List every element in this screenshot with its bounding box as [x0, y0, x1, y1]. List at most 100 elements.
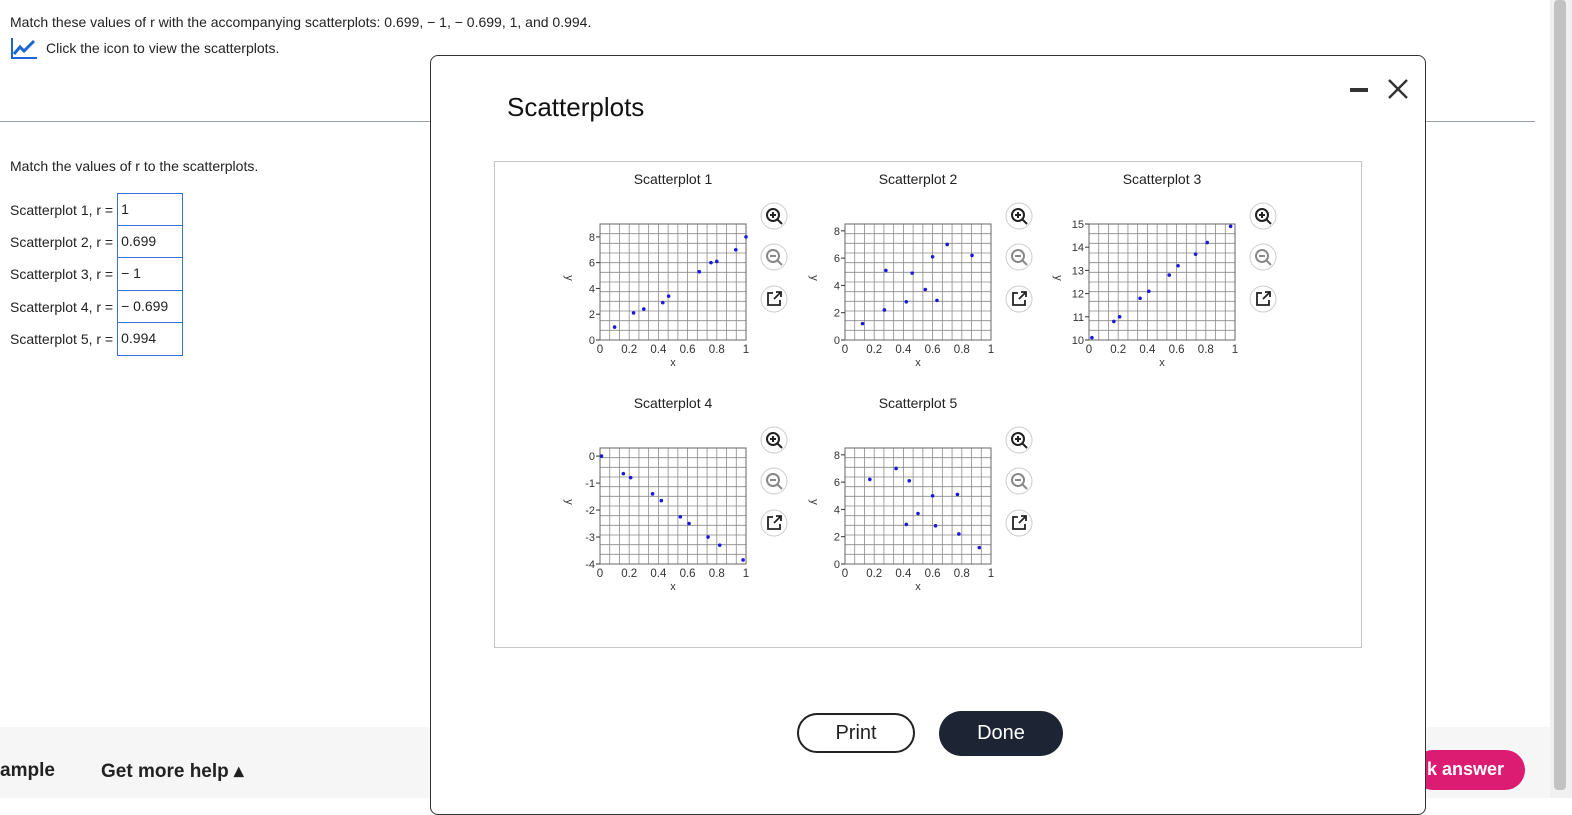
- minimize-icon[interactable]: [1346, 76, 1372, 102]
- zoom-in-icon[interactable]: [1005, 202, 1033, 230]
- data-point: [744, 235, 748, 239]
- question-prompt: Match these values of r with the accompa…: [10, 14, 592, 30]
- y-tick-label: -4: [585, 559, 595, 571]
- close-icon[interactable]: [1383, 74, 1413, 104]
- data-point: [955, 492, 960, 497]
- data-point: [910, 271, 914, 275]
- data-point: [706, 535, 710, 539]
- data-point: [957, 532, 961, 536]
- x-tick-label: 0.2: [1110, 344, 1126, 356]
- x-tick-label: 0.6: [925, 344, 941, 356]
- y-tick-label: 10: [1072, 335, 1084, 347]
- y-tick-label: 0: [589, 335, 595, 347]
- y-tick-label: 13: [1072, 265, 1084, 277]
- data-point: [1138, 296, 1142, 301]
- data-point: [970, 253, 974, 258]
- popout-icon[interactable]: [1005, 509, 1033, 537]
- data-point: [1147, 289, 1151, 294]
- answer-row: Scatterplot 3, r = − 1: [10, 257, 184, 291]
- data-point: [904, 522, 909, 527]
- plot-title: Scatterplot 4: [634, 395, 713, 411]
- data-point: [907, 478, 912, 483]
- answer-row: Scatterplot 1, r = 1: [10, 193, 184, 227]
- data-point: [930, 493, 935, 498]
- plot-title: Scatterplot 5: [879, 395, 958, 411]
- check-answer-button[interactable]: k answer: [1413, 750, 1525, 790]
- data-point: [642, 307, 646, 311]
- y-tick-label: 4: [589, 283, 595, 295]
- zoom-in-icon[interactable]: [760, 426, 788, 454]
- popout-icon[interactable]: [1005, 285, 1033, 313]
- data-point: [599, 454, 604, 458]
- chart-icon[interactable]: [10, 36, 38, 60]
- answer-field[interactable]: 1: [117, 193, 184, 227]
- zoom-out-icon[interactable]: [1005, 467, 1033, 495]
- x-tick-label: 0.8: [709, 344, 725, 356]
- y-tick-label: 12: [1072, 289, 1084, 301]
- popout-icon[interactable]: [1249, 285, 1277, 313]
- scrollbar-thumb[interactable]: [1554, 0, 1566, 790]
- data-point: [916, 511, 920, 516]
- x-tick-label: 0.2: [621, 344, 637, 356]
- row-label: Scatterplot 4, r =: [10, 299, 114, 315]
- answer-field[interactable]: − 0.699: [117, 290, 184, 324]
- data-point: [923, 287, 928, 292]
- get-more-help-button[interactable]: Get more help ▴: [101, 760, 244, 783]
- hint-text[interactable]: Click the icon to view the scatterplots.: [46, 40, 279, 56]
- x-axis-label: x: [915, 581, 921, 593]
- answer-field[interactable]: 0.994: [117, 322, 184, 356]
- x-tick-label: 0.8: [709, 568, 725, 580]
- data-point: [884, 268, 888, 273]
- y-tick-label: -3: [585, 532, 595, 544]
- answer-field[interactable]: − 1: [117, 257, 184, 291]
- scatterplot-hint: Click the icon to view the scatterplots.: [10, 36, 279, 60]
- zoom-in-icon[interactable]: [1005, 426, 1033, 454]
- print-button[interactable]: Print: [797, 713, 915, 753]
- scatterplot-2: Scatterplot 2 0 0.2 0.4 0.6 0.8 1 0 2 4 6 8 x y: [808, 171, 1033, 369]
- answer-field[interactable]: 0.699: [117, 225, 184, 259]
- y-tick-label: 2: [589, 309, 595, 321]
- x-tick-label: 0.6: [925, 568, 941, 580]
- plots-frame: Scatterplot 1 0 0.2 0.4 0.6 0.8 1 0 2 4 6 8 x y Scatte…: [494, 161, 1362, 648]
- y-tick-label: 4: [834, 280, 840, 292]
- zoom-out-icon[interactable]: [760, 243, 788, 271]
- scatterplots-svg: Scatterplot 10 0.2 0.4 0.6 0.8 102468xyScatte…: [563, 171, 1277, 593]
- y-axis-label: y: [563, 499, 575, 505]
- x-tick-label: 1: [988, 344, 994, 356]
- done-button[interactable]: Done: [939, 711, 1063, 756]
- popout-icon[interactable]: [760, 285, 788, 313]
- data-point: [659, 498, 664, 503]
- data-point: [687, 521, 691, 526]
- data-point: [1176, 263, 1180, 268]
- y-tick-label: 6: [589, 258, 595, 270]
- data-point: [612, 325, 617, 329]
- data-point: [1117, 315, 1122, 319]
- y-tick-label: 8: [589, 232, 595, 244]
- x-tick-label: 0: [1086, 344, 1092, 356]
- plot-title: Scatterplot 2: [879, 171, 958, 187]
- zoom-in-icon[interactable]: [760, 202, 788, 230]
- data-point: [933, 523, 938, 528]
- zoom-out-icon[interactable]: [1249, 243, 1277, 271]
- y-tick-label: 0: [589, 451, 595, 463]
- scatterplots-dialog: Scatterplots Scatterplot 1 0 0.2 0.4 0.6 0.8 1…: [430, 55, 1426, 815]
- y-tick-label: -1: [585, 478, 595, 490]
- x-tick-label: 0.4: [650, 344, 667, 356]
- example-button[interactable]: ample: [0, 760, 55, 782]
- data-point: [628, 475, 633, 480]
- data-point: [904, 299, 909, 304]
- zoom-in-icon[interactable]: [1249, 202, 1277, 230]
- zoom-out-icon[interactable]: [760, 467, 788, 495]
- dialog-title: Scatterplots: [507, 92, 645, 122]
- scatterplot-4: Scatterplot 4 0 0.2 0.4 0.6 0.8 1 -4 -3 -2 -1 0 x y: [563, 395, 788, 593]
- data-point: [741, 558, 745, 562]
- data-point: [709, 260, 713, 265]
- zoom-out-icon[interactable]: [1005, 243, 1033, 271]
- x-tick-label: 0: [842, 568, 848, 580]
- popout-icon[interactable]: [760, 509, 788, 537]
- answer-row: Scatterplot 5, r = 0.994: [10, 322, 184, 356]
- x-tick-label: 1: [743, 344, 749, 356]
- x-axis-label: x: [670, 581, 676, 593]
- y-tick-label: 6: [834, 477, 840, 489]
- x-tick-label: 0.2: [866, 344, 882, 356]
